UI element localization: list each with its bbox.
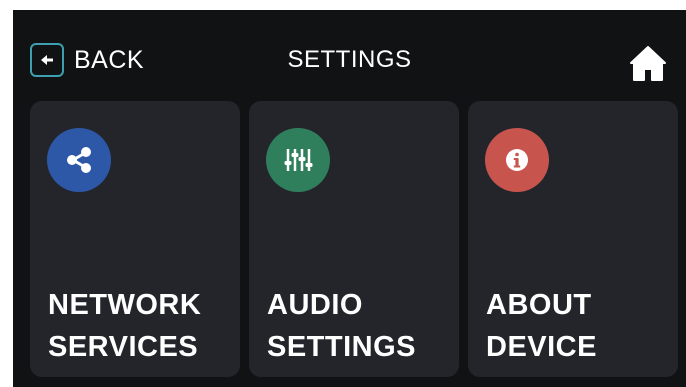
info-icon xyxy=(506,149,528,171)
home-icon xyxy=(630,46,666,81)
card-label: ABOUT DEVICE xyxy=(486,284,597,368)
back-icon-box xyxy=(30,43,64,77)
card-label: NETWORK SERVICES xyxy=(48,284,201,368)
audio-settings-card[interactable]: AUDIO SETTINGS xyxy=(249,101,459,377)
card-label-line: NETWORK xyxy=(48,289,202,321)
card-label-line: AUDIO xyxy=(267,289,363,321)
back-label: BACK xyxy=(74,45,145,74)
card-label-line: SERVICES xyxy=(48,331,199,363)
card-label: AUDIO SETTINGS xyxy=(267,284,416,368)
share-icon xyxy=(67,147,91,173)
sliders-icon xyxy=(284,149,313,171)
card-label-line: ABOUT xyxy=(486,289,592,321)
network-icon-circle xyxy=(47,128,111,192)
audio-icon-circle xyxy=(266,128,330,192)
home-button[interactable] xyxy=(629,45,667,81)
settings-screen: BACK SETTINGS NETWORK SERVICES AUDIO SET… xyxy=(13,10,686,387)
back-button[interactable]: BACK xyxy=(30,43,144,77)
network-services-card[interactable]: NETWORK SERVICES xyxy=(30,101,240,377)
card-label-line: SETTINGS xyxy=(267,331,417,363)
arrow-left-icon xyxy=(41,55,53,65)
about-device-card[interactable]: ABOUT DEVICE xyxy=(468,101,678,377)
header: BACK SETTINGS xyxy=(13,10,686,102)
card-label-line: DEVICE xyxy=(486,331,597,363)
about-icon-circle xyxy=(485,128,549,192)
